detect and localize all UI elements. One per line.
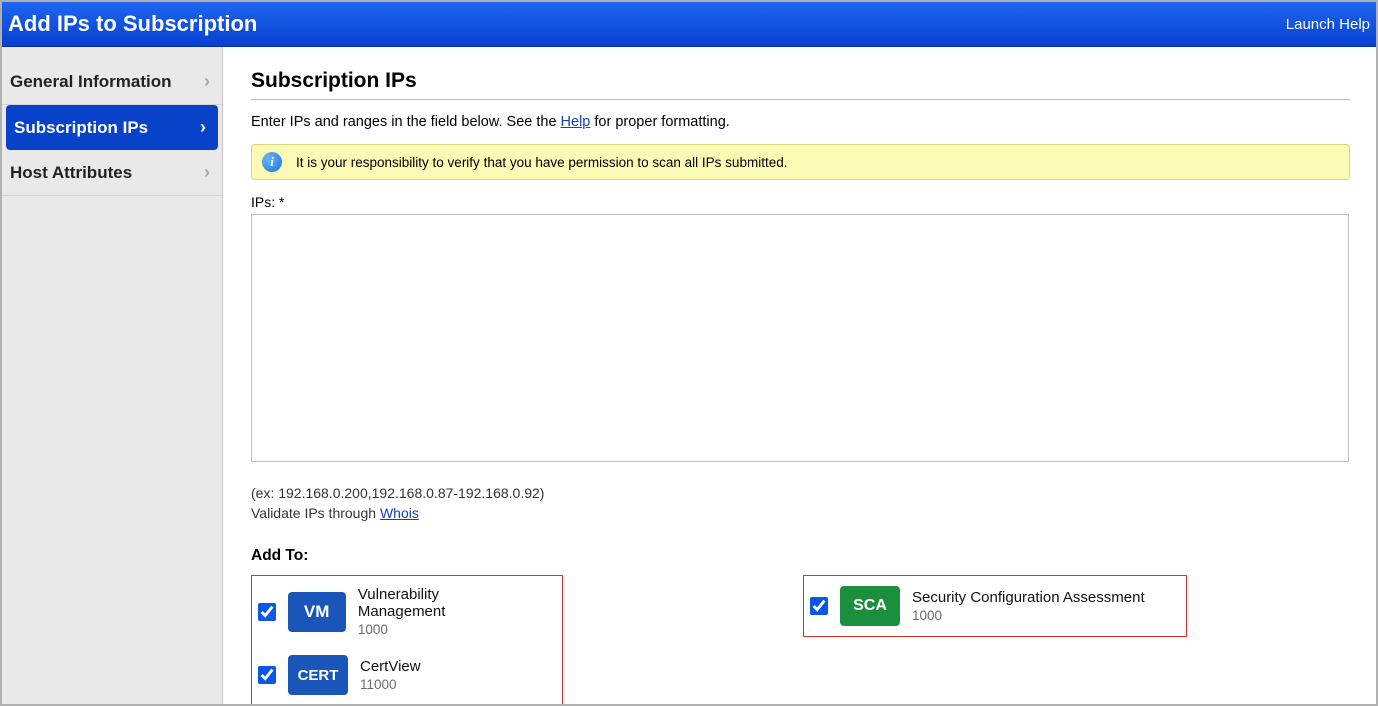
ips-label: IPs: * [251,194,1350,210]
vm-badge-icon: VM [288,592,346,632]
chevron-right-icon: › [204,162,210,183]
sidebar-item-subscription-ips[interactable]: Subscription IPs › [6,105,218,150]
addto-box-right: SCA Security Configuration Assessment 10… [803,575,1187,637]
divider [251,99,1350,100]
intro-suffix: for proper formatting. [590,114,729,130]
module-name: CertView [360,658,421,675]
cert-badge-icon: CERT [288,655,348,695]
addto-text-sca: Security Configuration Assessment 1000 [912,589,1145,623]
sidebar-item-label: General Information [10,72,172,92]
sidebar-item-host-attributes[interactable]: Host Attributes › [2,150,222,196]
sidebar-item-label: Host Attributes [10,163,132,183]
addto-text-vm: Vulnerability Management 1000 [358,586,526,637]
section-title: Subscription IPs [251,69,1350,93]
main-content: Subscription IPs Enter IPs and ranges in… [223,47,1376,704]
checkbox-sca[interactable] [810,597,828,615]
checkbox-vm[interactable] [258,603,276,621]
module-count: 1000 [912,608,1145,623]
addto-col-left: VM Vulnerability Management 1000 CERT Ce… [251,575,563,704]
page-title: Add IPs to Subscription [8,11,257,37]
addto-row-vm: VM Vulnerability Management 1000 [258,586,526,637]
addto-title: Add To: [251,547,1350,565]
module-count: 11000 [360,677,421,692]
module-name: Security Configuration Assessment [912,589,1145,606]
chevron-right-icon: › [200,117,206,138]
addto-row-cert: CERT CertView 11000 [258,655,526,695]
notice-text: It is your responsibility to verify that… [296,155,787,170]
validate-prefix: Validate IPs through [251,505,380,521]
example-text: (ex: 192.168.0.200,192.168.0.87-192.168.… [251,484,1350,504]
launch-help-link[interactable]: Launch Help [1286,16,1370,33]
whois-link[interactable]: Whois [380,505,419,521]
checkbox-cert[interactable] [258,666,276,684]
info-icon: i [262,152,282,172]
module-name: Vulnerability Management [358,586,526,620]
module-count: 1000 [358,622,526,637]
addto-text-cert: CertView 11000 [360,658,421,692]
permission-notice: i It is your responsibility to verify th… [251,144,1350,180]
header-bar: Add IPs to Subscription Launch Help [2,2,1376,47]
chevron-right-icon: › [204,71,210,92]
sidebar-item-label: Subscription IPs [14,118,148,138]
example-block: (ex: 192.168.0.200,192.168.0.87-192.168.… [251,484,1350,523]
intro-text: Enter IPs and ranges in the field below.… [251,114,1350,130]
intro-prefix: Enter IPs and ranges in the field below.… [251,114,561,130]
addto-grid: VM Vulnerability Management 1000 CERT Ce… [251,575,1350,704]
sca-badge-icon: SCA [840,586,900,626]
addto-box-left: VM Vulnerability Management 1000 CERT Ce… [251,575,563,704]
addto-row-sca: SCA Security Configuration Assessment 10… [810,586,1150,626]
layout: General Information › Subscription IPs ›… [2,47,1376,704]
sidebar: General Information › Subscription IPs ›… [2,47,223,704]
help-link[interactable]: Help [561,114,591,130]
validate-line: Validate IPs through Whois [251,504,1350,524]
ips-input[interactable] [251,214,1349,462]
sidebar-item-general-information[interactable]: General Information › [2,59,222,105]
addto-col-right: SCA Security Configuration Assessment 10… [803,575,1187,704]
